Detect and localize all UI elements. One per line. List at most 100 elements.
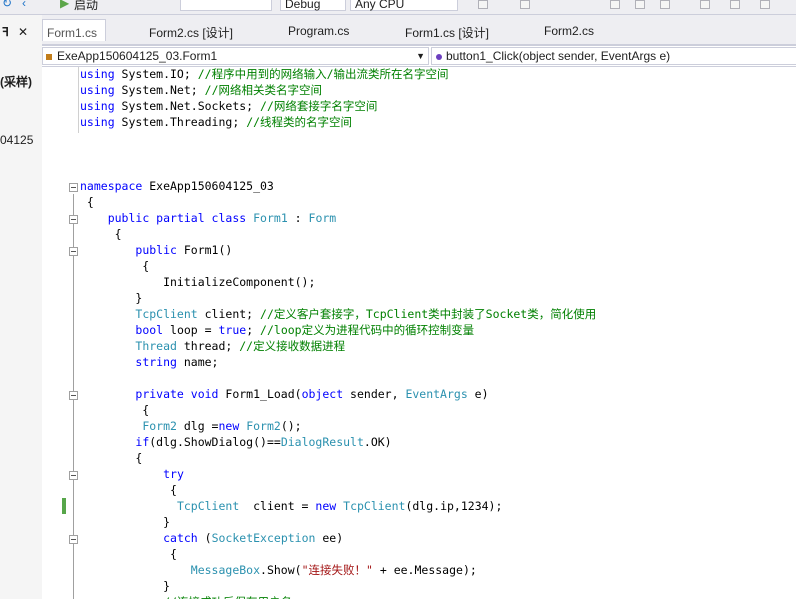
code-line[interactable]: //连接成功后保存用户名 xyxy=(80,594,292,599)
code-line[interactable]: try xyxy=(80,466,184,482)
code-line[interactable]: namespace ExeApp150604125_03 xyxy=(80,178,274,194)
tab-label: Form2.cs [设计] xyxy=(149,26,234,40)
tab-form1-cs[interactable]: Form1.cs xyxy=(42,19,106,41)
code-token: EventArgs xyxy=(405,387,468,401)
tab-form1-designer[interactable]: Form1.cs [设计] xyxy=(405,24,489,41)
toolbar-icon-d[interactable] xyxy=(660,0,670,9)
code-line[interactable]: using System.Net.Sockets; //网络套接字名字空间 xyxy=(80,98,377,114)
code-token: Form1_Load( xyxy=(218,387,302,401)
code-line[interactable]: Thread thread; //定义接收数据进程 xyxy=(80,338,345,354)
collapse-catch-icon[interactable] xyxy=(69,535,78,544)
platform-combo[interactable]: Any CPU xyxy=(350,0,458,11)
toolbar-icon-f[interactable] xyxy=(730,0,740,9)
class-icon xyxy=(46,54,52,60)
code-line[interactable]: MessageBox.Show("连接失败！" + ee.Message); xyxy=(80,562,477,578)
start-play-icon[interactable]: ▶ xyxy=(60,0,69,10)
close-icon[interactable]: ✕ xyxy=(18,25,28,39)
collapse-try-icon[interactable] xyxy=(69,471,78,480)
code-line[interactable]: catch (SocketException ee) xyxy=(80,530,343,546)
code-line[interactable]: string name; xyxy=(80,354,218,370)
code-line[interactable]: } xyxy=(80,514,170,530)
pin-icon[interactable]: ꟻ xyxy=(2,25,9,39)
tab-form2-designer[interactable]: Form2.cs [设计] xyxy=(149,24,233,41)
code-token: client; xyxy=(197,307,261,321)
code-editor[interactable]: using System.IO; //程序中用到的网络输入/输出流类所在名字空间… xyxy=(42,67,796,599)
toolbar-icon-a[interactable] xyxy=(520,0,530,9)
toolbar-icon-b[interactable] xyxy=(610,0,620,9)
code-line[interactable]: using System.IO; //程序中用到的网络输入/输出流类所在名字空间 xyxy=(80,67,449,82)
code-token: ( xyxy=(197,531,212,545)
code-line[interactable]: TcpClient client; //定义客户套接字，TcpClient类中封… xyxy=(80,306,596,322)
find-icon[interactable] xyxy=(478,0,488,9)
code-token: e) xyxy=(467,387,489,401)
code-token: private void xyxy=(135,387,219,401)
configuration-combo[interactable]: Debug xyxy=(280,0,346,11)
code-token: ExeApp150604125_03 xyxy=(142,179,274,193)
code-token: loop = xyxy=(163,323,219,337)
code-token: Form2 xyxy=(142,419,177,433)
collapse-constructor-icon[interactable] xyxy=(69,247,78,256)
code-line[interactable]: using System.Net; //网络相关类名字空间 xyxy=(80,82,322,98)
code-token: //连接成功后保存用户名 xyxy=(163,595,292,599)
code-line[interactable]: { xyxy=(80,450,142,466)
tab-form2-cs[interactable]: Form2.cs xyxy=(544,24,594,38)
using-block-line xyxy=(78,67,79,133)
code-token: try xyxy=(163,467,184,481)
collapse-class-icon[interactable] xyxy=(69,215,78,224)
code-token: (); xyxy=(280,419,302,433)
member-dropdown[interactable]: button1_Click(object sender, EventArgs e… xyxy=(431,47,796,65)
method-icon xyxy=(436,54,442,60)
collapse-namespace-icon[interactable] xyxy=(69,183,78,192)
navigate-back-icon[interactable]: ↻ xyxy=(2,0,12,10)
code-line[interactable]: { xyxy=(80,482,177,498)
toolbar-icon-c[interactable] xyxy=(635,0,645,9)
code-line[interactable]: public partial class Form1 : Form xyxy=(80,210,337,226)
start-button-label[interactable]: 启动 xyxy=(74,0,98,13)
code-line[interactable]: InitializeComponent(); xyxy=(80,274,315,290)
code-token: { xyxy=(80,547,177,561)
tab-program-cs[interactable]: Program.cs xyxy=(288,24,349,38)
code-line[interactable]: Form2 dlg =new Form2(); xyxy=(80,418,302,434)
code-token: Form2 xyxy=(246,419,281,433)
code-token: client = xyxy=(239,499,316,513)
code-line[interactable]: TcpClient client = new TcpClient(dlg.ip,… xyxy=(80,498,502,514)
code-line[interactable]: private void Form1_Load(object sender, E… xyxy=(80,386,489,402)
member-dropdown-value: button1_Click(object sender, EventArgs e… xyxy=(446,49,671,63)
toolbar-icon-g[interactable] xyxy=(760,0,770,9)
code-line[interactable]: bool loop = true; //loop定义为进程代码中的循环控制变量 xyxy=(80,322,474,338)
navigate-forward-icon[interactable]: ‹ xyxy=(22,0,26,10)
code-token: System.IO; xyxy=(114,67,198,81)
code-line[interactable]: using System.Threading; //线程类的名字空间 xyxy=(80,114,352,130)
code-line[interactable]: { xyxy=(80,546,177,562)
code-line[interactable]: { xyxy=(80,402,149,418)
code-token: using xyxy=(80,67,115,81)
code-line[interactable]: if(dlg.ShowDialog()==DialogResult.OK) xyxy=(80,434,391,450)
code-token: object xyxy=(301,387,344,401)
code-line[interactable]: { xyxy=(80,194,94,210)
code-line[interactable]: { xyxy=(80,258,149,274)
code-token: Thread xyxy=(135,339,177,353)
toolbar-icon-e[interactable] xyxy=(700,0,710,9)
left-tool-window: ꟻ ✕ (采样) 04125 xyxy=(0,15,43,599)
code-token: using xyxy=(80,83,115,97)
code-token: { xyxy=(80,403,150,417)
code-token: { xyxy=(80,227,122,241)
code-token: : xyxy=(287,211,309,225)
left-panel-label: (采样) xyxy=(0,75,32,89)
code-token: //网络相关类名字空间 xyxy=(204,83,322,97)
code-line[interactable]: } xyxy=(80,290,142,306)
code-line[interactable]: { xyxy=(80,226,122,242)
collapse-load-method-icon[interactable] xyxy=(69,391,78,400)
code-line[interactable]: } xyxy=(80,578,170,594)
startup-item-combo[interactable] xyxy=(180,0,272,11)
class-dropdown[interactable]: ExeApp150604125_03.Form1 ▼ xyxy=(42,47,429,65)
code-token: { xyxy=(80,451,143,465)
code-line[interactable]: public Form1() xyxy=(80,242,232,258)
